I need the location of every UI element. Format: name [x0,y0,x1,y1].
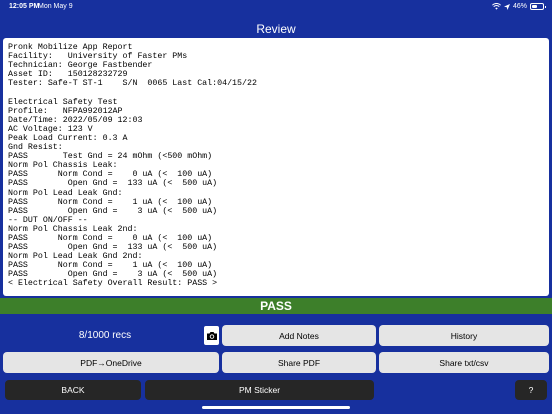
pm-sticker-button[interactable]: PM Sticker [145,380,374,400]
add-notes-button[interactable]: Add Notes [222,325,376,346]
status-time: 12:05 PM [9,3,40,10]
wifi-icon [491,3,501,10]
battery-fill [532,5,537,8]
location-icon [503,3,510,10]
share-txt-csv-button[interactable]: Share txt/csv [379,352,549,373]
report-panel[interactable]: Pronk Mobilize App Report Facility: Univ… [3,38,549,296]
share-pdf-button[interactable]: Share PDF [222,352,376,373]
camera-button[interactable] [204,326,219,345]
back-button[interactable]: BACK [5,380,141,400]
report-text: Pronk Mobilize App Report Facility: Univ… [8,43,257,289]
camera-icon [206,331,217,340]
page-title: Review [256,22,296,36]
help-button[interactable]: ? [515,380,547,400]
status-bar: 12:05 PM Mon May 9 46% [0,0,552,14]
battery-icon [530,3,546,10]
pdf-onedrive-button[interactable]: PDF→OneDrive [3,352,219,373]
status-right: 46% [491,3,546,10]
battery-percent: 46% [512,3,527,10]
records-count: 8/1000 recs [78,330,132,341]
status-date: Mon May 9 [38,3,73,10]
result-banner: PASS [0,298,552,314]
history-button[interactable]: History [379,325,549,346]
home-indicator[interactable] [202,406,350,409]
